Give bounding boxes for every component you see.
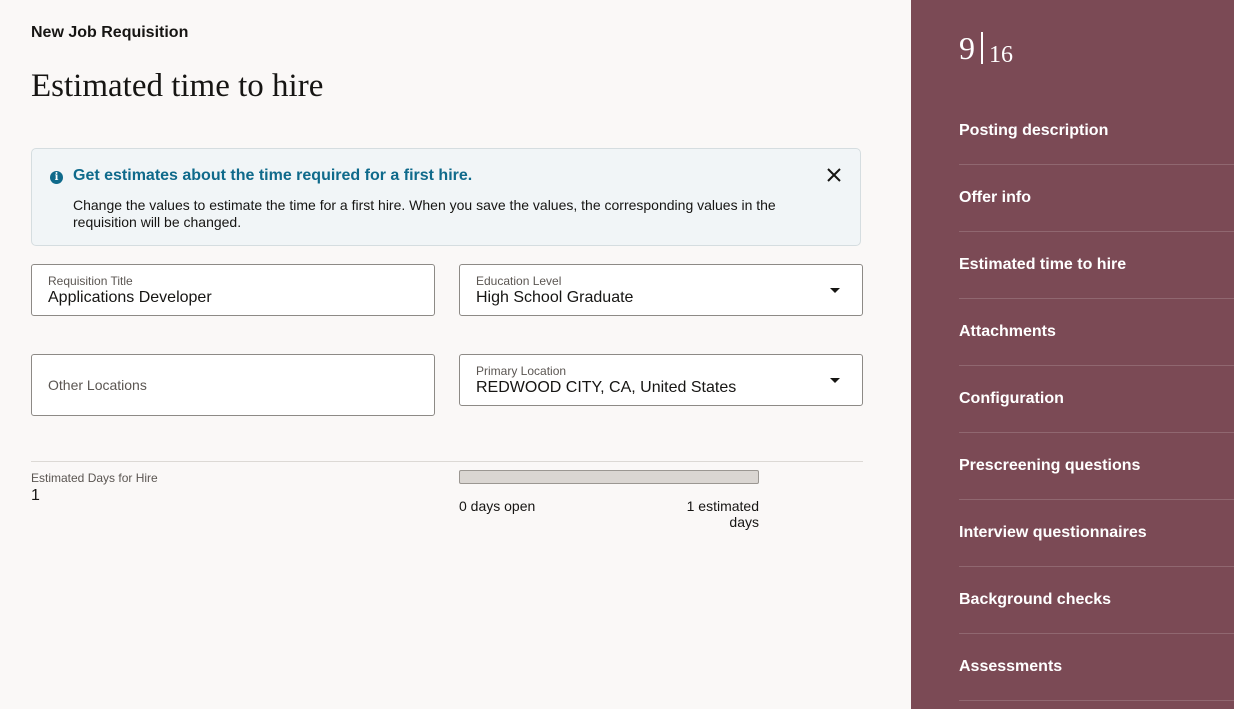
step-sidebar: 9 16 Posting description Offer info Estim… (911, 0, 1234, 709)
section-divider (31, 461, 863, 462)
nav-item-estimated-time-to-hire[interactable]: Estimated time to hire (959, 232, 1234, 299)
close-icon (827, 168, 841, 182)
page-eyebrow: New Job Requisition (31, 24, 189, 41)
step-nav-list: Posting description Offer info Estimated… (959, 98, 1234, 701)
chevron-down-icon[interactable] (830, 378, 840, 383)
step-counter: 9 16 (959, 30, 1013, 68)
education-level-label: Education Level (476, 274, 562, 288)
estimated-days-value: 1 (31, 487, 40, 504)
requisition-title-value: Applications Developer (48, 289, 212, 306)
current-step: 9 (959, 30, 975, 66)
banner-title: Get estimates about the time required fo… (73, 167, 473, 184)
hire-progress-bar (459, 470, 759, 484)
estimated-days-text: 1 estimated days (686, 498, 759, 530)
nav-item-assessments[interactable]: Assessments (959, 634, 1234, 701)
other-locations-field[interactable]: Other Locations (31, 354, 435, 416)
nav-item-prescreening-questions[interactable]: Prescreening questions (959, 433, 1234, 500)
total-steps: 16 (989, 42, 1013, 68)
nav-item-posting-description[interactable]: Posting description (959, 98, 1234, 165)
primary-location-label: Primary Location (476, 364, 567, 378)
nav-item-background-checks[interactable]: Background checks (959, 567, 1234, 634)
info-icon: i (50, 171, 63, 184)
other-locations-placeholder: Other Locations (48, 377, 147, 393)
banner-text: Change the values to estimate the time f… (73, 197, 776, 230)
close-banner-button[interactable] (824, 165, 844, 185)
days-open-text: 0 days open (459, 498, 536, 514)
main-content: New Job Requisition Estimated time to hi… (0, 0, 911, 709)
nav-item-offer-info[interactable]: Offer info (959, 165, 1234, 232)
nav-item-configuration[interactable]: Configuration (959, 366, 1234, 433)
estimated-days-label: Estimated Days for Hire (31, 471, 158, 485)
step-separator (981, 32, 983, 64)
requisition-title-field[interactable]: Requisition Title Applications Developer (31, 264, 435, 316)
primary-location-value: REDWOOD CITY, CA, United States (476, 379, 737, 396)
page-title: Estimated time to hire (31, 68, 324, 104)
education-level-select[interactable]: Education Level High School Graduate (459, 264, 863, 316)
requisition-title-label: Requisition Title (48, 274, 133, 288)
primary-location-select[interactable]: Primary Location REDWOOD CITY, CA, Unite… (459, 354, 863, 406)
info-banner: i Get estimates about the time required … (31, 148, 861, 246)
chevron-down-icon[interactable] (830, 288, 840, 293)
nav-item-interview-questionnaires[interactable]: Interview questionnaires (959, 500, 1234, 567)
education-level-value: High School Graduate (476, 289, 634, 306)
nav-item-attachments[interactable]: Attachments (959, 299, 1234, 366)
